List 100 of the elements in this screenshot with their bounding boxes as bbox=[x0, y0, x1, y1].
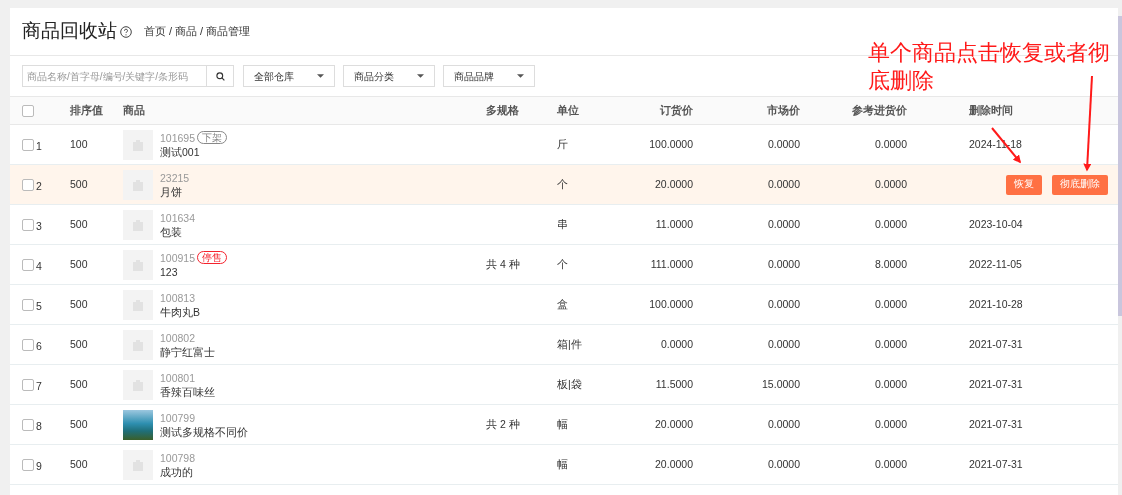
page-title: 商品回收站 bbox=[22, 19, 117, 44]
search-field[interactable]: 商品名称/首字母/编号/关键字/条形码 bbox=[22, 65, 234, 87]
row-number: 8 bbox=[36, 420, 42, 431]
product-name: 123 bbox=[160, 264, 179, 279]
table-cell: 500 bbox=[70, 337, 88, 350]
column-header[interactable]: 多规格 bbox=[486, 104, 519, 117]
table-cell: 0.0000 bbox=[767, 457, 800, 470]
row-number: 7 bbox=[36, 380, 42, 391]
checkbox[interactable] bbox=[22, 138, 34, 151]
product-name: 月饼 bbox=[160, 184, 183, 199]
dropdown[interactable]: 全部仓库 bbox=[243, 65, 335, 87]
breadcrumb-link[interactable]: 首页 bbox=[144, 23, 166, 40]
row-number: 4 bbox=[36, 260, 42, 271]
row-number: 6 bbox=[36, 340, 42, 351]
table-cell: 500 bbox=[70, 457, 88, 470]
table-cell: 个 bbox=[557, 257, 568, 270]
caret-icon bbox=[317, 74, 324, 78]
breadcrumb-link[interactable]: 商品管理 bbox=[206, 23, 251, 40]
checkbox[interactable] bbox=[22, 104, 34, 117]
row-number: 2 bbox=[36, 180, 42, 191]
table-cell-text: 2022-11-05 bbox=[969, 256, 1022, 272]
column-header[interactable]: 排序值 bbox=[70, 104, 103, 117]
table-cell: 20.0000 bbox=[655, 457, 693, 470]
photo-placeholder bbox=[123, 409, 153, 440]
table-cell: 111.0000 bbox=[650, 257, 693, 270]
table-cell-text: 2023-10-04 bbox=[969, 216, 1023, 232]
table-cell: 0.0000 bbox=[767, 417, 800, 430]
dropdown[interactable]: 商品品牌 bbox=[443, 65, 535, 87]
table-cell-text: 2021-07-31 bbox=[969, 376, 1023, 392]
checkbox[interactable] bbox=[22, 258, 34, 271]
table-cell: 斤 bbox=[557, 137, 568, 150]
table-cell-text: 2021-10-28 bbox=[969, 296, 1023, 312]
table-cell: 20.0000 bbox=[655, 177, 693, 190]
product-code: 100915 bbox=[160, 250, 196, 265]
product-code: 100802 bbox=[160, 330, 196, 345]
product-code: 100801 bbox=[160, 370, 196, 385]
table-cell: 500 bbox=[70, 257, 88, 270]
checkbox[interactable] bbox=[22, 218, 34, 231]
product-name: 包装 bbox=[160, 224, 183, 239]
table-cell: 8.0000 bbox=[874, 257, 907, 270]
table-cell: 100.0000 bbox=[649, 297, 693, 310]
table-cell: 0.0000 bbox=[767, 137, 800, 150]
table-cell: 0.0000 bbox=[767, 297, 800, 310]
table-cell: 0.0000 bbox=[874, 177, 907, 190]
breadcrumb-separator: / bbox=[169, 24, 173, 40]
column-header[interactable]: 订货价 bbox=[660, 104, 693, 117]
table-cell-text: 2021-07-31 bbox=[969, 456, 1023, 472]
product-code: 23215 bbox=[160, 170, 190, 185]
table-cell: 100.0000 bbox=[649, 137, 693, 150]
table-cell: 盒 bbox=[557, 297, 568, 310]
help-icon[interactable] bbox=[120, 25, 132, 38]
table-cell: 500 bbox=[70, 417, 88, 430]
table-cell: 0.0000 bbox=[874, 297, 907, 310]
table-cell: 个 bbox=[557, 177, 568, 190]
column-header[interactable]: 删除时间 bbox=[969, 104, 1013, 117]
checkbox[interactable] bbox=[22, 178, 34, 191]
column-header[interactable]: 市场价 bbox=[767, 104, 800, 117]
product-code: 100798 bbox=[160, 450, 196, 465]
checkbox[interactable] bbox=[22, 418, 34, 431]
table-cell: 幅 bbox=[557, 417, 568, 430]
product-code: 100813 bbox=[160, 290, 196, 305]
scrollbar[interactable] bbox=[1118, 16, 1122, 316]
table-cell: 500 bbox=[70, 217, 88, 230]
checkbox[interactable] bbox=[22, 298, 34, 311]
table-cell: 箱|件 bbox=[557, 337, 582, 350]
table-cell: 15.0000 bbox=[762, 377, 800, 390]
checkbox[interactable] bbox=[22, 338, 34, 351]
table-cell: 11.0000 bbox=[655, 217, 693, 230]
table-cell: 共 4 种 bbox=[486, 257, 520, 270]
table-cell: 0.0000 bbox=[767, 257, 800, 270]
row-number: 1 bbox=[36, 140, 42, 151]
table-cell: 500 bbox=[70, 297, 88, 310]
table-cell: 共 2 种 bbox=[486, 417, 520, 430]
column-header[interactable]: 商品 bbox=[123, 104, 145, 117]
table-cell: 串 bbox=[557, 217, 568, 230]
table-cell: 0.0000 bbox=[767, 337, 800, 350]
row-number: 5 bbox=[36, 300, 42, 311]
table-cell: 100 bbox=[70, 137, 88, 150]
table-cell: 11.5000 bbox=[655, 377, 693, 390]
table-cell: 20.0000 bbox=[655, 417, 693, 430]
caret-icon bbox=[417, 74, 424, 78]
product-name: 测试001 bbox=[160, 144, 201, 159]
product-code: 101695 bbox=[160, 130, 196, 145]
table-cell: 500 bbox=[70, 377, 88, 390]
checkbox[interactable] bbox=[22, 378, 34, 391]
product-name: 成功的 bbox=[160, 464, 194, 479]
breadcrumb-link[interactable]: 商品 bbox=[175, 23, 198, 40]
breadcrumb-separator: / bbox=[200, 24, 204, 40]
table-cell: 0.0000 bbox=[874, 417, 907, 430]
table-cell: 500 bbox=[70, 177, 88, 190]
column-header[interactable]: 单位 bbox=[557, 104, 579, 117]
product-name: 香辣百味丝 bbox=[160, 384, 215, 399]
table-cell: 0.0000 bbox=[874, 377, 907, 390]
table-cell: 0.0000 bbox=[874, 137, 907, 150]
search-icon[interactable] bbox=[215, 71, 225, 81]
table-cell-text: 2021-07-31 bbox=[969, 336, 1023, 352]
dropdown[interactable]: 商品分类 bbox=[343, 65, 435, 87]
product-code: 100799 bbox=[160, 410, 196, 425]
column-header[interactable]: 参考进货价 bbox=[852, 104, 907, 117]
checkbox[interactable] bbox=[22, 458, 34, 471]
